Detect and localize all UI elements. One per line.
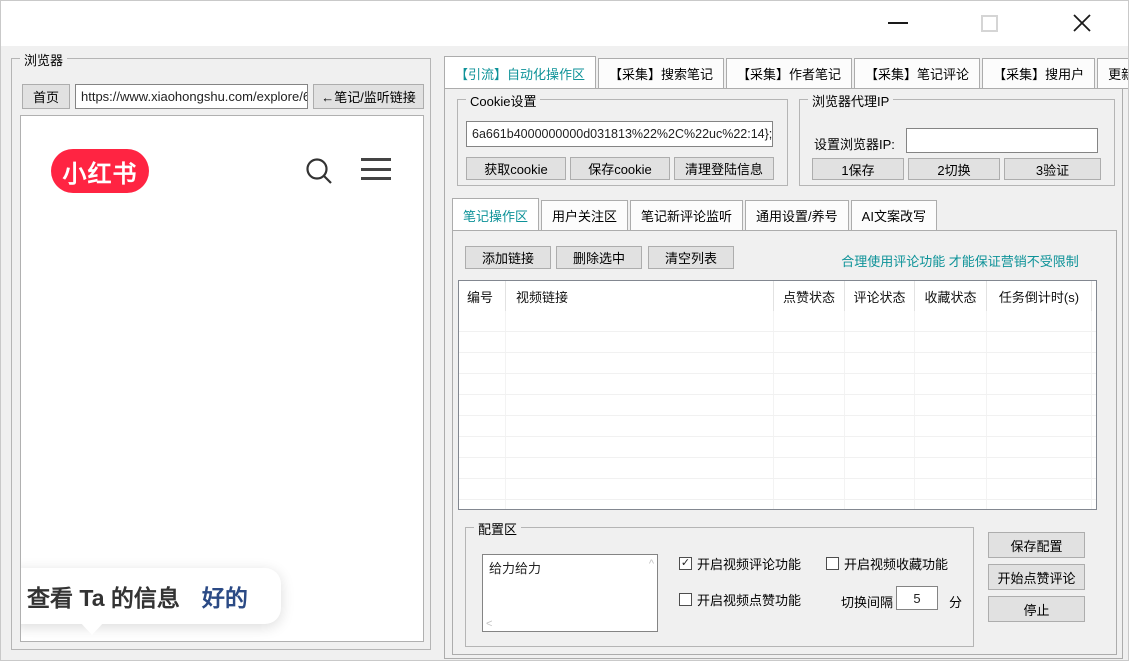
comment-text: 给力给力 (489, 561, 541, 576)
delete-selected-button[interactable]: 删除选中 (556, 246, 642, 269)
proxy-ip-label: 设置浏览器IP: (814, 134, 895, 153)
tab-note-comments[interactable]: 【采集】笔记评论 (854, 58, 980, 89)
col-header-like-status: 点赞状态 (774, 281, 845, 311)
interval-label: 切换间隔 (841, 592, 893, 611)
col-header-comment-status: 评论状态 (845, 281, 915, 311)
checkbox-video-like[interactable]: 开启视频点赞功能 (679, 590, 801, 609)
table-row (459, 479, 1096, 500)
table-row (459, 332, 1096, 353)
checkbox-video-comment[interactable]: 开启视频评论功能 (679, 554, 801, 573)
tab-update[interactable]: 更新 (1097, 58, 1129, 89)
subtab-new-comment-listen[interactable]: 笔记新评论监听 (630, 200, 743, 231)
sub-tabstrip: 笔记操作区 用户关注区 笔记新评论监听 通用设置/养号 AI文案改写 (452, 205, 939, 231)
checkbox-icon (679, 557, 692, 570)
start-like-comment-button[interactable]: 开始点赞评论 (988, 564, 1085, 590)
usage-notice: 合理使用评论功能 才能保证营销不受限制 (815, 251, 1105, 270)
interval-input[interactable]: 5 (896, 586, 938, 610)
col-header-countdown: 任务倒计时(s) (987, 281, 1092, 311)
tab-search-users[interactable]: 【采集】搜用户 (982, 58, 1095, 89)
close-icon (1071, 12, 1093, 34)
info-bubble: 查看 Ta 的信息 好的 (20, 568, 281, 624)
main-tabpage: Cookie设置 6a661b4000000000d031813%22%2C%2… (444, 88, 1123, 659)
app-window: 浏览器 首页 https://www.xiaohongshu.com/explo… (0, 0, 1129, 661)
add-link-button[interactable]: 添加链接 (465, 246, 551, 269)
clear-list-button[interactable]: 清空列表 (648, 246, 734, 269)
get-cookie-button[interactable]: 获取cookie (466, 157, 566, 180)
checkbox-icon (826, 557, 839, 570)
scroll-left-icon[interactable]: < (486, 618, 492, 630)
tab-author-notes[interactable]: 【采集】作者笔记 (726, 58, 852, 89)
col-header-video-link: 视频链接 (506, 281, 774, 311)
save-cookie-button[interactable]: 保存cookie (570, 157, 670, 180)
search-icon[interactable] (304, 156, 334, 191)
title-bar (1, 1, 1128, 46)
scroll-up-icon[interactable]: ^ (649, 558, 654, 570)
cookie-input[interactable]: 6a661b4000000000d031813%22%2C%22uc%22:14… (466, 121, 773, 147)
table-row (459, 353, 1096, 374)
cookie-group-title: Cookie设置 (466, 91, 540, 110)
table-header-row: 编号 视频链接 点赞状态 评论状态 收藏状态 任务倒计时(s) (459, 281, 1096, 311)
subtab-user-follow[interactable]: 用户关注区 (541, 200, 628, 231)
save-config-button[interactable]: 保存配置 (988, 532, 1085, 558)
subtab-general-settings[interactable]: 通用设置/养号 (745, 200, 849, 231)
bubble-tail (79, 621, 105, 635)
video-table[interactable]: 编号 视频链接 点赞状态 评论状态 收藏状态 任务倒计时(s) (458, 280, 1097, 510)
browser-group-title: 浏览器 (20, 50, 67, 69)
proxy-verify-button[interactable]: 3验证 (1004, 158, 1101, 180)
table-row (459, 395, 1096, 416)
clear-login-button[interactable]: 清理登陆信息 (674, 157, 774, 180)
checkbox-icon (679, 593, 692, 606)
home-button[interactable]: 首页 (22, 84, 70, 109)
browser-viewport: 小红书 查看 Ta 的信息 好的 (20, 115, 424, 642)
checkbox-label: 开启视频收藏功能 (844, 554, 948, 573)
table-row (459, 311, 1096, 332)
interval-unit: 分 (949, 592, 962, 611)
cookie-group: Cookie设置 6a661b4000000000d031813%22%2C%2… (457, 99, 788, 186)
table-row (459, 374, 1096, 395)
bubble-text: 查看 Ta 的信息 (27, 579, 180, 613)
table-row (459, 416, 1096, 437)
proxy-group: 浏览器代理IP 设置浏览器IP: 1保存 2切换 3验证 (799, 99, 1115, 186)
menu-icon[interactable] (361, 158, 391, 180)
col-header-index: 编号 (459, 281, 506, 311)
table-row (459, 500, 1096, 510)
config-group: 配置区 给力给力 ^ < 开启视频评论功能 开启视频收藏功能 开启视频点赞功能 (465, 527, 974, 647)
checkbox-label: 开启视频点赞功能 (697, 590, 801, 609)
tab-search-notes[interactable]: 【采集】搜索笔记 (598, 58, 724, 89)
close-button[interactable] (1060, 6, 1104, 40)
stop-button[interactable]: 停止 (988, 596, 1085, 622)
checkbox-label: 开启视频评论功能 (697, 554, 801, 573)
bubble-ok-action[interactable]: 好的 (202, 579, 248, 613)
note-listen-link-button[interactable]: ←笔记/监听链接 (313, 84, 424, 109)
minimize-icon (888, 22, 908, 24)
table-row (459, 437, 1096, 458)
url-input[interactable]: https://www.xiaohongshu.com/explore/6 (75, 84, 308, 109)
maximize-button[interactable] (967, 6, 1011, 40)
proxy-save-button[interactable]: 1保存 (812, 158, 904, 180)
comment-textarea[interactable]: 给力给力 ^ < (482, 554, 658, 632)
config-group-title: 配置区 (474, 519, 521, 538)
col-header-favorite-status: 收藏状态 (915, 281, 987, 311)
proxy-switch-button[interactable]: 2切换 (908, 158, 1000, 180)
xiaohongshu-logo[interactable]: 小红书 (51, 149, 149, 193)
subtab-note-operate[interactable]: 笔记操作区 (452, 198, 539, 231)
maximize-icon (981, 15, 998, 32)
browser-group: 浏览器 首页 https://www.xiaohongshu.com/explo… (11, 58, 431, 650)
minimize-button[interactable] (876, 6, 920, 40)
table-row (459, 458, 1096, 479)
checkbox-video-favorite[interactable]: 开启视频收藏功能 (826, 554, 948, 573)
proxy-group-title: 浏览器代理IP (808, 91, 893, 110)
tab-auto-operate[interactable]: 【引流】自动化操作区 (444, 56, 596, 89)
subtab-ai-rewrite[interactable]: AI文案改写 (851, 200, 937, 231)
proxy-ip-input[interactable] (906, 128, 1098, 153)
main-tabstrip: 【引流】自动化操作区 【采集】搜索笔记 【采集】作者笔记 【采集】笔记评论 【采… (444, 61, 1129, 89)
sub-tabpage: 添加链接 删除选中 清空列表 合理使用评论功能 才能保证营销不受限制 编号 视频… (452, 230, 1117, 655)
